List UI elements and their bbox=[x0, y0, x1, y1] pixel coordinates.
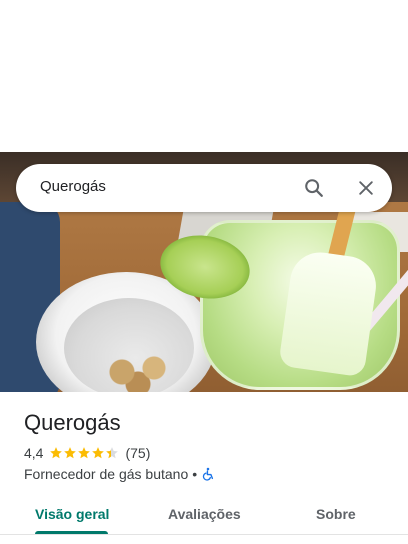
place-tabs: Visão geral Avaliações Sobre bbox=[0, 496, 408, 544]
search-icon[interactable] bbox=[300, 174, 328, 202]
tab-about[interactable]: Sobre bbox=[316, 506, 356, 522]
rating-row[interactable]: 4,4 (75) bbox=[24, 444, 150, 462]
map-blank-area bbox=[0, 0, 408, 152]
star-icon bbox=[106, 447, 119, 459]
tab-reviews[interactable]: Avaliações bbox=[168, 506, 241, 522]
search-bar[interactable]: Querogás bbox=[16, 164, 392, 212]
separator-dot: • bbox=[192, 466, 198, 482]
place-category: Fornecedor de gás butano bbox=[24, 466, 189, 482]
star-icon bbox=[78, 447, 91, 459]
place-title: Querogás bbox=[24, 410, 121, 435]
rating-value: 4,4 bbox=[24, 445, 44, 461]
star-icon bbox=[92, 447, 105, 459]
category-row: Fornecedor de gás butano • bbox=[24, 465, 215, 483]
close-icon[interactable] bbox=[352, 174, 380, 202]
wheelchair-icon bbox=[201, 467, 215, 481]
star-icon bbox=[50, 447, 63, 459]
review-count[interactable]: (75) bbox=[125, 445, 150, 461]
tabs-divider bbox=[0, 534, 408, 535]
tab-overview[interactable]: Visão geral bbox=[35, 506, 109, 522]
star-rating bbox=[49, 446, 119, 460]
star-icon bbox=[64, 447, 77, 459]
search-input[interactable]: Querogás bbox=[40, 178, 106, 195]
